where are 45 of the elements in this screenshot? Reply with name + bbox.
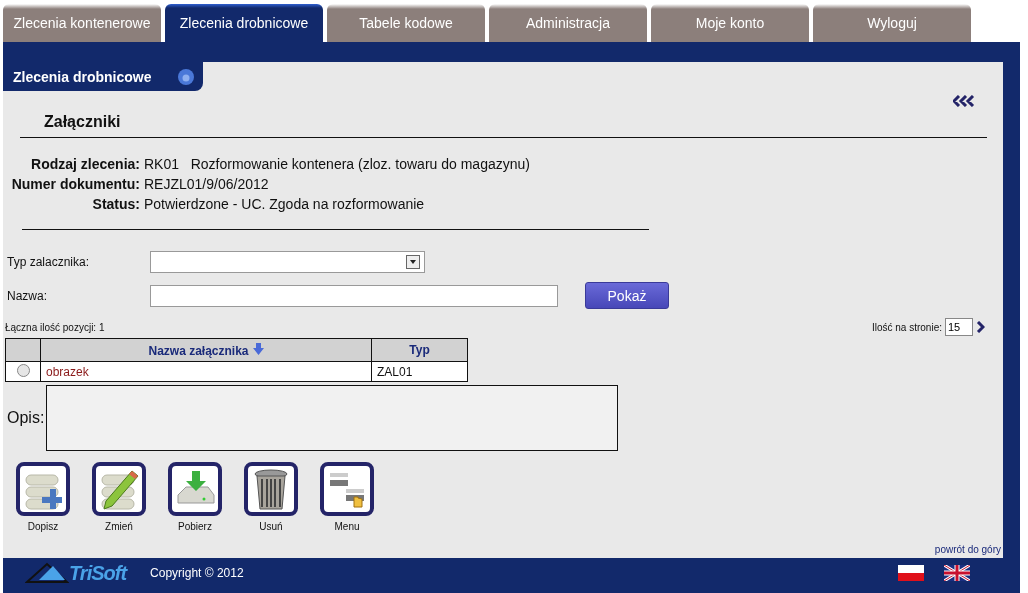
detail-value: Potwierdzone - UC. Zgoda na rozformowanie (144, 196, 426, 212)
page-size-input[interactable]: 15 (945, 318, 973, 336)
total-count: Łączna ilość pozycji: 1 (5, 321, 105, 333)
row-radio[interactable] (16, 363, 30, 377)
action-button[interactable] (16, 462, 70, 516)
name-input[interactable] (150, 284, 558, 307)
detail-label: Numer dokumentu: (10, 176, 140, 192)
field-label: Opis: (7, 409, 45, 427)
action-button[interactable] (168, 462, 222, 516)
action-label: Zmień (105, 521, 133, 532)
field-label: Typ zalacznika: (7, 255, 91, 269)
nav-tab[interactable]: Wyloguj (813, 4, 971, 42)
info-icon[interactable] (177, 67, 195, 86)
action-label: Usuń (259, 521, 283, 532)
action-button[interactable] (320, 462, 374, 516)
detail-label: Status: (91, 196, 140, 212)
next-page-icon[interactable] (976, 321, 985, 333)
nav-tab[interactable]: Zlecenia kontenerowe (3, 4, 161, 42)
column-header[interactable]: Typ (371, 338, 468, 362)
nav-tab[interactable]: Zlecenia drobnicowe (165, 4, 323, 42)
english-flag-icon[interactable] (944, 565, 970, 581)
detail-value: REJZL01/9/06/2012 (144, 176, 270, 192)
column-header[interactable]: Nazwa załącznika (40, 338, 372, 362)
nav-tab[interactable]: Administracja (489, 4, 647, 42)
field-label: Nazwa: (7, 288, 48, 303)
nav-tab[interactable]: Tabele kodowe (327, 4, 485, 42)
back-to-top-link[interactable]: powrót do góry (934, 544, 1001, 555)
action-button[interactable] (92, 462, 146, 516)
action-label: Pobierz (178, 521, 212, 532)
detail-value: RK01 Rozformowanie kontenera (zloz. towaru do magazynu) (144, 156, 531, 172)
section-title: Załączniki (44, 113, 122, 131)
logo-mark-icon (25, 562, 69, 584)
panel-title: Zlecenia drobnicowe (13, 68, 152, 85)
back-chevrons-icon[interactable] (953, 95, 975, 107)
copyright-text: Copyright © 2012 (150, 566, 244, 580)
polish-flag-icon[interactable] (898, 565, 924, 581)
show-button[interactable]: Pokaż (585, 282, 669, 309)
action-label: Menu (334, 521, 360, 532)
nav-tab[interactable]: Moje konto (651, 4, 809, 42)
page-size-label: Ilość na stronie: (871, 321, 942, 333)
action-label: Dopisz (27, 521, 59, 532)
logo-text: TriSoft (69, 561, 127, 585)
description-box[interactable] (46, 385, 619, 451)
detail-label: Rodzaj zlecenia: (30, 156, 140, 172)
action-button[interactable] (244, 462, 298, 516)
